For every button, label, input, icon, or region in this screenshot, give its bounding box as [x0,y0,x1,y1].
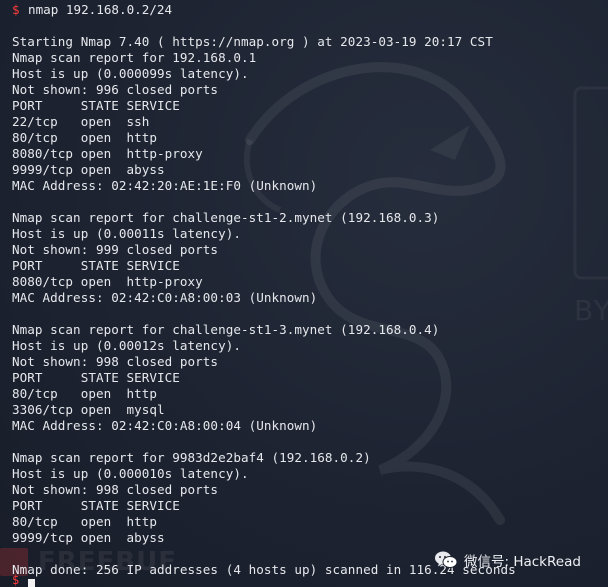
output-line: 80/tcp open http [12,386,158,401]
output-line: Nmap scan report for 9983d2e2baf4 (192.1… [12,450,371,465]
output-line: Host is up (0.00012s latency). [12,338,241,353]
output-line: PORT STATE SERVICE [12,370,180,385]
output-line: Not shown: 998 closed ports [12,482,219,497]
command-text: nmap 192.168.0.2/24 [28,2,173,17]
prompt-symbol: $ [12,2,20,17]
output-line: PORT STATE SERVICE [12,258,180,273]
output-line: 9999/tcp open abyss [12,162,165,177]
output-line: 8080/tcp open http-proxy [12,274,203,289]
output-line: MAC Address: 02:42:20:AE:1E:F0 (Unknown) [12,178,318,193]
output-line: PORT STATE SERVICE [12,498,180,513]
output-line: MAC Address: 02:42:C0:A8:00:04 (Unknown) [12,418,318,433]
output-line: 80/tcp open http [12,514,158,529]
bottom-prompt: $ [12,573,20,587]
output-line: 80/tcp open http [12,130,158,145]
output-line: Host is up (0.000099s latency). [12,66,249,81]
output-line: Nmap scan report for challenge-st1-2.myn… [12,210,440,225]
wechat-watermark-text: 微信号: HackRead [464,554,581,570]
output-line: Not shown: 996 closed ports [12,82,219,97]
terminal-window[interactable]: BY FREEBUF $ nmap 192.168.0.2/24 Startin… [0,0,608,587]
output-line: Host is up (0.000010s latency). [12,466,249,481]
output-line: 3306/tcp open mysql [12,402,165,417]
bottom-prompt-symbol: $ [12,573,20,587]
output-line: Host is up (0.00011s latency). [12,226,241,241]
output-line: 9999/tcp open abyss [12,530,165,545]
terminal-cursor [28,579,35,587]
output-line: Nmap scan report for challenge-st1-3.myn… [12,322,440,337]
wechat-icon [435,551,458,568]
output-line: Nmap scan report for 192.168.0.1 [12,50,257,65]
output-line: Not shown: 998 closed ports [12,354,219,369]
output-line: PORT STATE SERVICE [12,98,180,113]
output-line: Not shown: 999 closed ports [12,242,219,257]
background-side-text: BY [574,294,608,327]
output-line: 22/tcp open ssh [12,114,150,129]
output-line: MAC Address: 02:42:C0:A8:00:03 (Unknown) [12,290,318,305]
output-line: 8080/tcp open http-proxy [12,146,203,161]
terminal-output: Starting Nmap 7.40 ( https://nmap.org ) … [12,18,516,578]
wechat-watermark: 微信号: HackRead [434,549,581,571]
output-line: Starting Nmap 7.40 ( https://nmap.org ) … [12,34,493,49]
